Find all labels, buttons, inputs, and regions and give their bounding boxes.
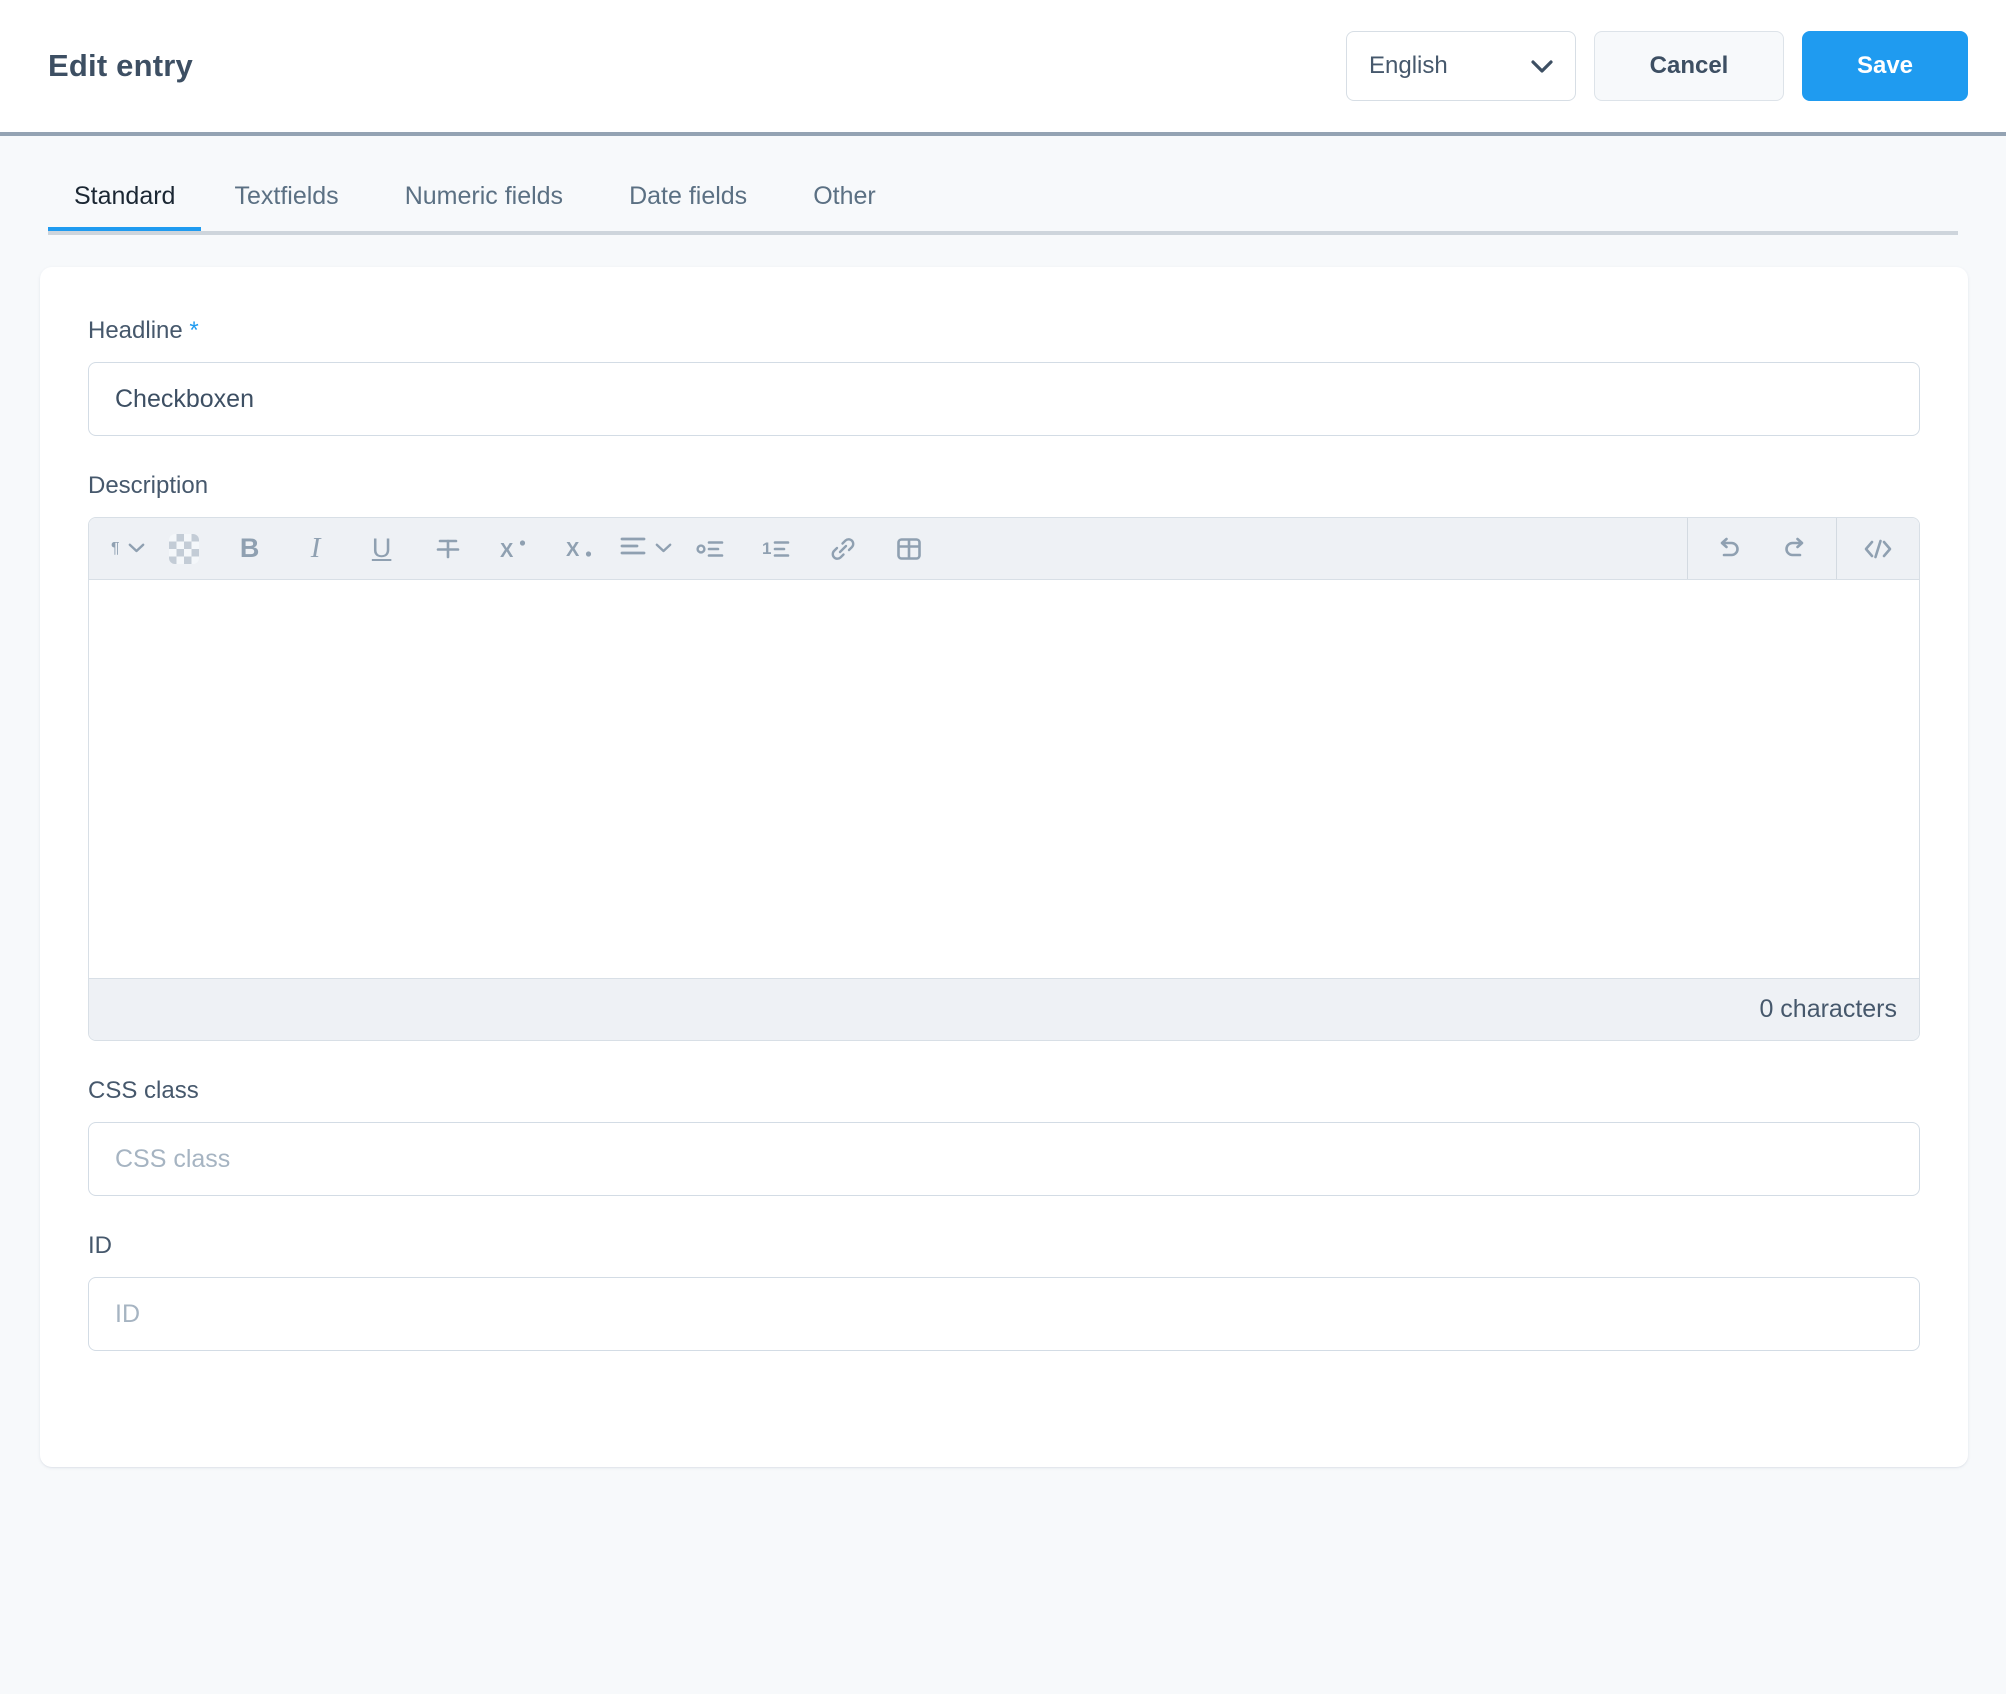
italic-button[interactable]: I (283, 518, 349, 580)
subscript-button[interactable]: X (547, 518, 613, 580)
underline-icon: U (371, 533, 392, 563)
bulleted-list-icon (695, 537, 726, 561)
page-title: Edit entry (48, 48, 193, 83)
save-button[interactable]: Save (1802, 31, 1968, 101)
chevron-down-icon (128, 540, 145, 558)
css-class-field: CSS class (88, 1077, 1920, 1196)
table-icon (895, 535, 923, 563)
link-button[interactable] (810, 518, 876, 580)
strikethrough-icon (434, 535, 462, 563)
editor-toolbar-left-group: ¶ B I U X X 1 (89, 518, 1687, 579)
tab-date-fields[interactable]: Date fields (596, 182, 780, 231)
superscript-icon: X (499, 535, 529, 563)
editor-toolbar: ¶ B I U X X 1 (89, 518, 1919, 580)
character-count: 0 characters (1759, 995, 1897, 1023)
page-body: Standard Textfields Numeric fields Date … (0, 136, 2006, 1694)
id-label: ID (88, 1232, 112, 1259)
editor-toolbar-history-group (1688, 518, 1836, 579)
app-header: Edit entry English Cancel Save (0, 0, 2006, 136)
paragraph-icon: ¶ (111, 539, 120, 557)
language-select[interactable]: English (1346, 31, 1576, 101)
tab-bar: Standard Textfields Numeric fields Date … (48, 182, 1958, 235)
editor-footer: 0 characters (89, 978, 1919, 1040)
tab-other[interactable]: Other (780, 182, 909, 231)
rich-text-editor: ¶ B I U X X 1 0 characters (88, 517, 1920, 1041)
svg-text:X: X (566, 539, 580, 561)
css-class-label: CSS class (88, 1077, 199, 1104)
italic-icon: I (310, 532, 321, 564)
align-dropdown[interactable] (613, 518, 678, 580)
underline-button[interactable]: U (349, 518, 415, 580)
headline-field: Headline * (88, 317, 1920, 436)
redo-icon (1781, 536, 1809, 562)
bold-button[interactable]: B (217, 518, 283, 580)
undo-button[interactable] (1696, 518, 1762, 580)
description-field: Description ¶ B I U X X 1 0 characters (88, 472, 1920, 1041)
header-actions: English Cancel Save (1346, 31, 1968, 101)
id-input[interactable] (88, 1277, 1920, 1351)
css-class-input[interactable] (88, 1122, 1920, 1196)
cancel-button[interactable]: Cancel (1594, 31, 1784, 101)
numbered-list-button[interactable]: 1 (744, 518, 810, 580)
tabs-container: Standard Textfields Numeric fields Date … (0, 136, 2006, 235)
undo-icon (1715, 536, 1743, 562)
subscript-icon: X (565, 535, 595, 563)
headline-input[interactable] (88, 362, 1920, 436)
headline-label-text: Headline (88, 317, 183, 344)
form-card: Headline * Description ¶ (40, 267, 1968, 1467)
bulleted-list-button[interactable] (678, 518, 744, 580)
paragraph-format-dropdown[interactable]: ¶ (105, 518, 151, 580)
superscript-button[interactable]: X (481, 518, 547, 580)
tab-standard[interactable]: Standard (48, 182, 201, 231)
redo-button[interactable] (1762, 518, 1828, 580)
svg-text:1: 1 (762, 539, 771, 558)
checkered-remove-format-icon (168, 533, 199, 564)
numbered-list-icon: 1 (762, 537, 792, 561)
remove-format-button[interactable] (151, 518, 217, 580)
source-code-button[interactable] (1845, 518, 1911, 580)
chevron-down-icon (655, 540, 672, 558)
strikethrough-button[interactable] (415, 518, 481, 580)
id-field: ID (88, 1232, 1920, 1351)
headline-label: Headline * (88, 317, 1920, 345)
description-label: Description (88, 472, 209, 499)
editor-toolbar-source-group (1837, 518, 1919, 579)
language-select-value: English (1369, 52, 1448, 79)
chevron-down-icon (1531, 59, 1553, 73)
bold-icon: B (239, 533, 260, 563)
insert-table-button[interactable] (876, 518, 942, 580)
tab-textfields[interactable]: Textfields (201, 182, 371, 231)
required-asterisk: * (189, 317, 199, 344)
editor-content-area[interactable] (89, 580, 1919, 978)
svg-text:X: X (500, 540, 514, 562)
tab-numeric-fields[interactable]: Numeric fields (372, 182, 596, 231)
source-code-icon (1862, 537, 1894, 561)
align-left-icon (619, 534, 647, 563)
link-icon (829, 535, 857, 563)
